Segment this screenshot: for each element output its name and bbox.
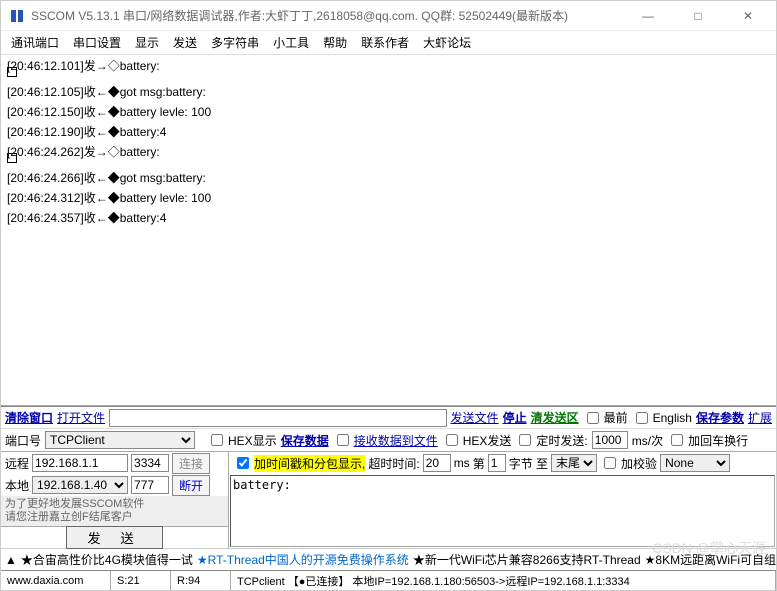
- remote-ip-input[interactable]: [32, 454, 128, 472]
- menu-multistring[interactable]: 多字符串: [211, 34, 259, 51]
- menubar: 通讯端口 串口设置 显示 发送 多字符串 小工具 帮助 联系作者 大虾论坛: [1, 31, 776, 55]
- menu-send[interactable]: 发送: [173, 34, 197, 51]
- send-button[interactable]: 发 送: [66, 526, 162, 549]
- app-icon: [9, 8, 25, 24]
- menu-contact[interactable]: 联系作者: [361, 34, 409, 51]
- timeout-unit: ms: [454, 456, 470, 470]
- connect-button[interactable]: 连接: [172, 453, 210, 474]
- stop-button[interactable]: 停止: [503, 409, 527, 426]
- timestamp-checkbox[interactable]: 加时间戳和分包显示,: [233, 454, 365, 472]
- remote-row: 远程 连接: [1, 452, 228, 474]
- checksum-select[interactable]: None: [660, 454, 730, 472]
- register-note: 为了更好地发展SSCOM软件 请您注册嘉立创F结尾客户: [1, 496, 228, 526]
- local-port-input[interactable]: [131, 476, 169, 494]
- disconnect-button[interactable]: 断开: [172, 475, 210, 496]
- send-file-button[interactable]: 发送文件: [451, 409, 499, 426]
- end-select[interactable]: 末尾: [551, 454, 597, 472]
- status-sent: S:21: [111, 571, 171, 590]
- remote-port-input[interactable]: [131, 454, 169, 472]
- timed-send-checkbox[interactable]: 定时发送:: [515, 431, 587, 449]
- menu-serial-settings[interactable]: 串口设置: [73, 34, 121, 51]
- port-select[interactable]: TCPClient: [45, 431, 195, 449]
- maximize-button[interactable]: □: [678, 2, 718, 30]
- ad-4[interactable]: ★8KM远距离WiFi可自组网: [645, 551, 776, 568]
- menu-display[interactable]: 显示: [135, 34, 159, 51]
- nth-label-1: 第: [473, 455, 485, 472]
- ad-2[interactable]: ★RT-Thread中国人的开源免费操作系统: [197, 551, 409, 568]
- interval-input[interactable]: [592, 431, 628, 449]
- hex-send-checkbox[interactable]: HEX发送: [442, 431, 512, 449]
- ad-row: ▲ ★合宙高性价比4G模块值得一试 ★RT-Thread中国人的开源免费操作系统…: [1, 548, 776, 570]
- toolbar-row: 清除窗口 打开文件 发送文件 停止 清发送区 最前 English 保存参数 扩…: [1, 407, 776, 429]
- status-bar: www.daxia.com S:21 R:94 TCPclient 【●已连接】…: [1, 570, 776, 590]
- local-label: 本地: [5, 477, 29, 494]
- timeout-label: 超时时间:: [368, 455, 419, 472]
- checksum-checkbox[interactable]: 加校验: [600, 454, 657, 472]
- send-input[interactable]: battery:: [230, 475, 775, 547]
- hex-display-checkbox[interactable]: HEX显示: [207, 431, 277, 449]
- ad-3[interactable]: ★新一代WiFi芯片兼容8266支持RT-Thread: [413, 551, 641, 568]
- port-label: 端口号: [5, 432, 41, 449]
- timeout-input[interactable]: [423, 454, 451, 472]
- minimize-button[interactable]: —: [628, 2, 668, 30]
- local-row: 本地 192.168.1.40 断开: [1, 474, 228, 496]
- recv-to-file-checkbox[interactable]: 接收数据到文件: [333, 431, 438, 449]
- timestamp-row: 加时间戳和分包显示, 超时时间: ms 第 字节 至 末尾 加校验 None: [229, 452, 776, 474]
- extend-button[interactable]: 扩展: [748, 409, 772, 426]
- file-path-input[interactable]: [109, 409, 447, 427]
- ad-1[interactable]: ★合宙高性价比4G模块值得一试: [21, 551, 193, 568]
- clear-send-button[interactable]: 清发送区: [531, 409, 579, 426]
- topmost-checkbox[interactable]: 最前: [583, 409, 628, 427]
- local-ip-select[interactable]: 192.168.1.40: [32, 476, 128, 494]
- save-data-button[interactable]: 保存数据: [281, 432, 329, 449]
- titlebar: SSCOM V5.13.1 串口/网络数据调试器,作者:大虾丁丁,2618058…: [1, 1, 776, 31]
- cr-checkbox[interactable]: 加回车换行: [667, 431, 748, 449]
- menu-help[interactable]: 帮助: [323, 34, 347, 51]
- save-params-button[interactable]: 保存参数: [696, 409, 744, 426]
- window-title: SSCOM V5.13.1 串口/网络数据调试器,作者:大虾丁丁,2618058…: [31, 7, 628, 24]
- close-button[interactable]: ✕: [728, 2, 768, 30]
- status-info: TCPclient 【●已连接】 本地IP=192.168.1.180:5650…: [231, 571, 776, 590]
- english-checkbox[interactable]: English: [632, 409, 692, 427]
- menu-forum[interactable]: 大虾论坛: [423, 34, 471, 51]
- menu-tools[interactable]: 小工具: [273, 34, 309, 51]
- clear-window-button[interactable]: 清除窗口: [5, 409, 53, 426]
- interval-unit: ms/次: [632, 432, 663, 449]
- status-url[interactable]: www.daxia.com: [1, 571, 111, 590]
- open-file-button[interactable]: 打开文件: [57, 409, 105, 426]
- nth-input[interactable]: [488, 454, 506, 472]
- settings-row-1: 端口号 TCPClient HEX显示 保存数据 接收数据到文件 HEX发送 定…: [1, 429, 776, 451]
- menu-port[interactable]: 通讯端口: [11, 34, 59, 51]
- remote-label: 远程: [5, 455, 29, 472]
- status-recv: R:94: [171, 571, 231, 590]
- nth-label-2: 字节 至: [509, 455, 548, 472]
- log-area[interactable]: [20:46:12.101]发→◇battery:[20:46:12.105]收…: [1, 55, 776, 406]
